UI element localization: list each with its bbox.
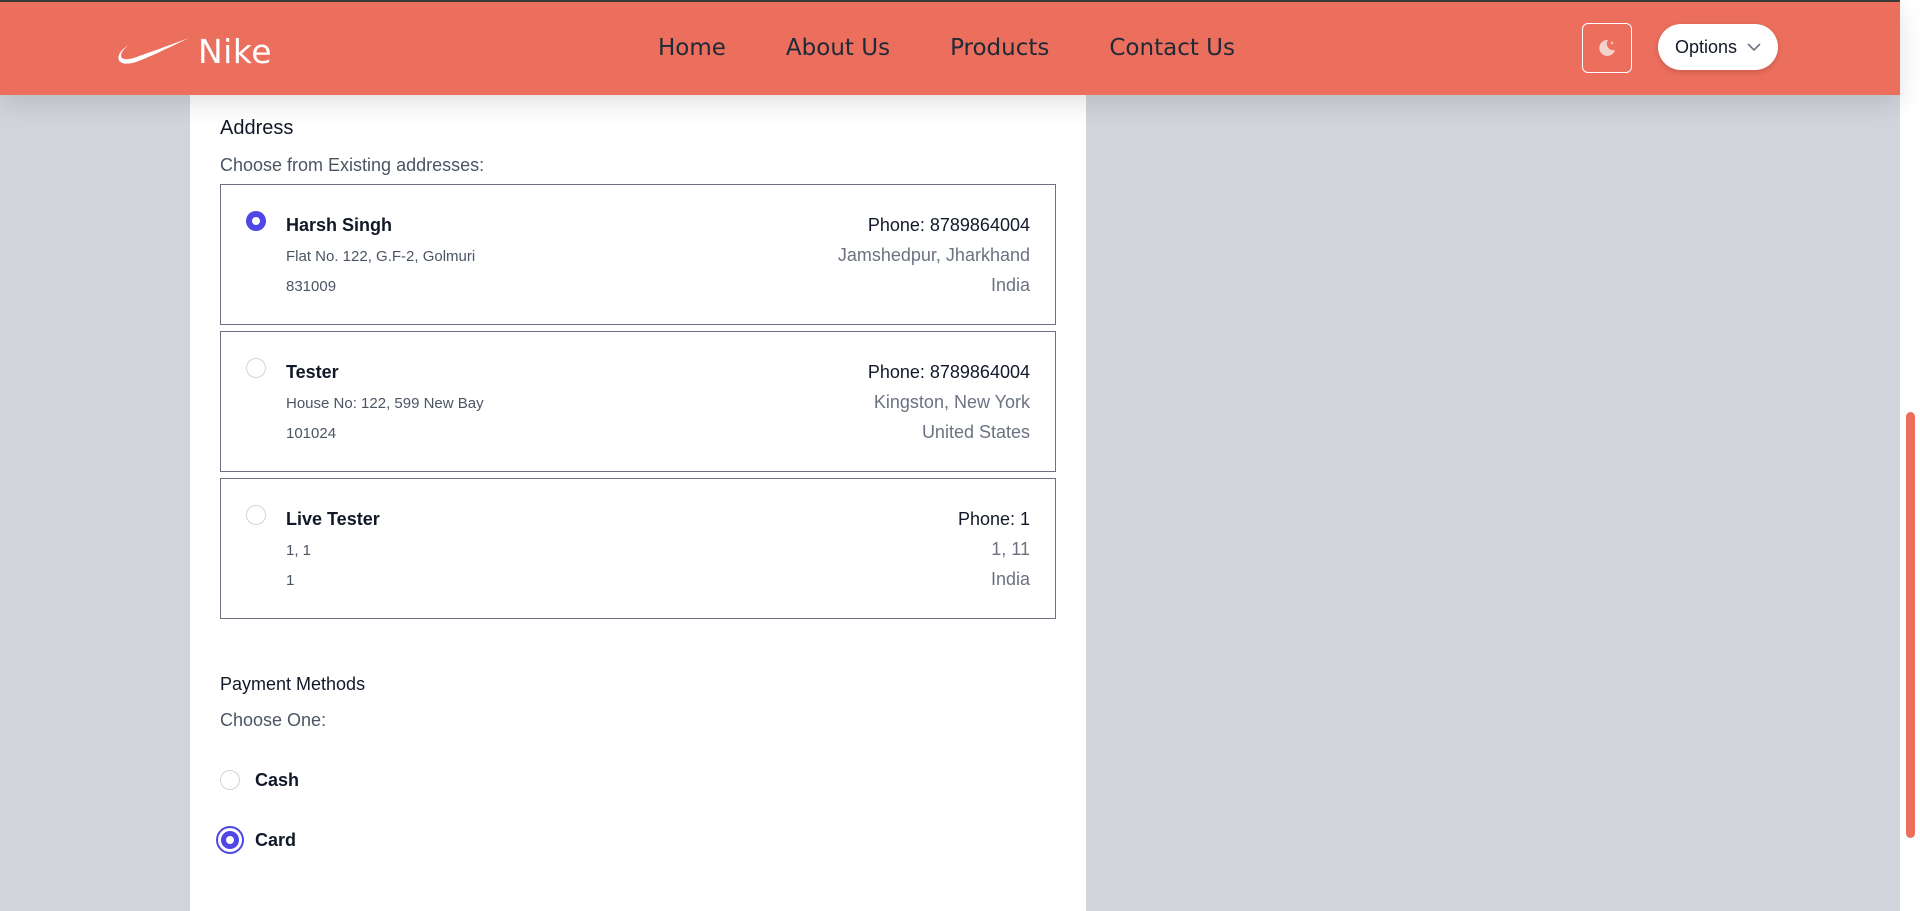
address-country: India xyxy=(990,569,1030,589)
address-card-1[interactable]: Harsh Singh Flat No. 122, G.F-2, Golmuri… xyxy=(220,184,1056,325)
brand-logo[interactable]: Nike xyxy=(118,32,272,71)
payment-subtitle: Choose One: xyxy=(220,710,327,730)
nike-swoosh-icon xyxy=(118,37,189,64)
window-top-border xyxy=(0,0,1900,2)
address-city-state: 1, 11 xyxy=(991,539,1030,559)
address-pincode: 1 xyxy=(286,572,295,589)
payment-radio-cash[interactable] xyxy=(220,770,240,790)
nav-link-products[interactable]: Products xyxy=(950,35,1049,61)
address-country: United States xyxy=(921,422,1030,442)
address-subtitle: Choose from Existing addresses: xyxy=(220,155,485,175)
address-street: Flat No. 122, G.F-2, Golmuri xyxy=(286,248,476,265)
theme-toggle-button[interactable] xyxy=(1582,23,1632,73)
address-city-state: Jamshedpur, Jharkhand xyxy=(837,245,1030,265)
address-radio-1[interactable] xyxy=(246,211,266,231)
payment-label-cash[interactable]: Cash xyxy=(255,770,299,791)
address-phone: Phone: 8789864004 xyxy=(867,215,1030,235)
address-phone: Phone: 8789864004 xyxy=(867,362,1030,382)
payment-radio-card-dot xyxy=(221,831,239,849)
chevron-down-icon xyxy=(1747,43,1761,52)
payment-label-card[interactable]: Card xyxy=(255,830,296,851)
address-name: Harsh Singh xyxy=(286,215,393,235)
options-dropdown-button[interactable]: Options xyxy=(1658,24,1778,70)
main-nav: Home About Us Products Contact Us xyxy=(658,35,1295,61)
address-radio-2[interactable] xyxy=(246,358,266,378)
address-pincode: 831009 xyxy=(286,278,337,295)
address-radio-3[interactable] xyxy=(246,505,266,525)
nav-link-contact-us[interactable]: Contact Us xyxy=(1109,35,1235,61)
address-phone: Phone: 1 xyxy=(957,509,1030,529)
address-city-state: Kingston, New York xyxy=(873,392,1030,412)
checkout-panel: Address Choose from Existing addresses: … xyxy=(190,95,1086,911)
options-label: Options xyxy=(1674,36,1738,57)
address-name: Tester xyxy=(286,362,339,382)
address-name: Live Tester xyxy=(286,509,380,529)
nav-link-home[interactable]: Home xyxy=(658,35,726,61)
payment-title: Payment Methods xyxy=(220,674,366,694)
address-street: 1, 1 xyxy=(286,542,312,559)
address-card-2[interactable]: Tester House No: 122, 599 New Bay 101024… xyxy=(220,331,1056,472)
navbar: Nike Home About Us Products Contact Us O… xyxy=(0,2,1900,95)
nav-link-about-us[interactable]: About Us xyxy=(786,35,890,61)
moon-icon xyxy=(1599,39,1615,56)
address-street: House No: 122, 599 New Bay xyxy=(286,395,484,412)
brand-name: Nike xyxy=(198,32,273,71)
payment-radio-card[interactable] xyxy=(216,826,244,854)
address-card-3[interactable]: Live Tester 1, 1 1 Phone: 1 1, 11 India xyxy=(220,478,1056,619)
address-pincode: 101024 xyxy=(286,425,337,442)
address-country: India xyxy=(990,275,1030,295)
scrollbar-thumb[interactable] xyxy=(1906,412,1915,838)
address-title: Address xyxy=(220,117,294,139)
